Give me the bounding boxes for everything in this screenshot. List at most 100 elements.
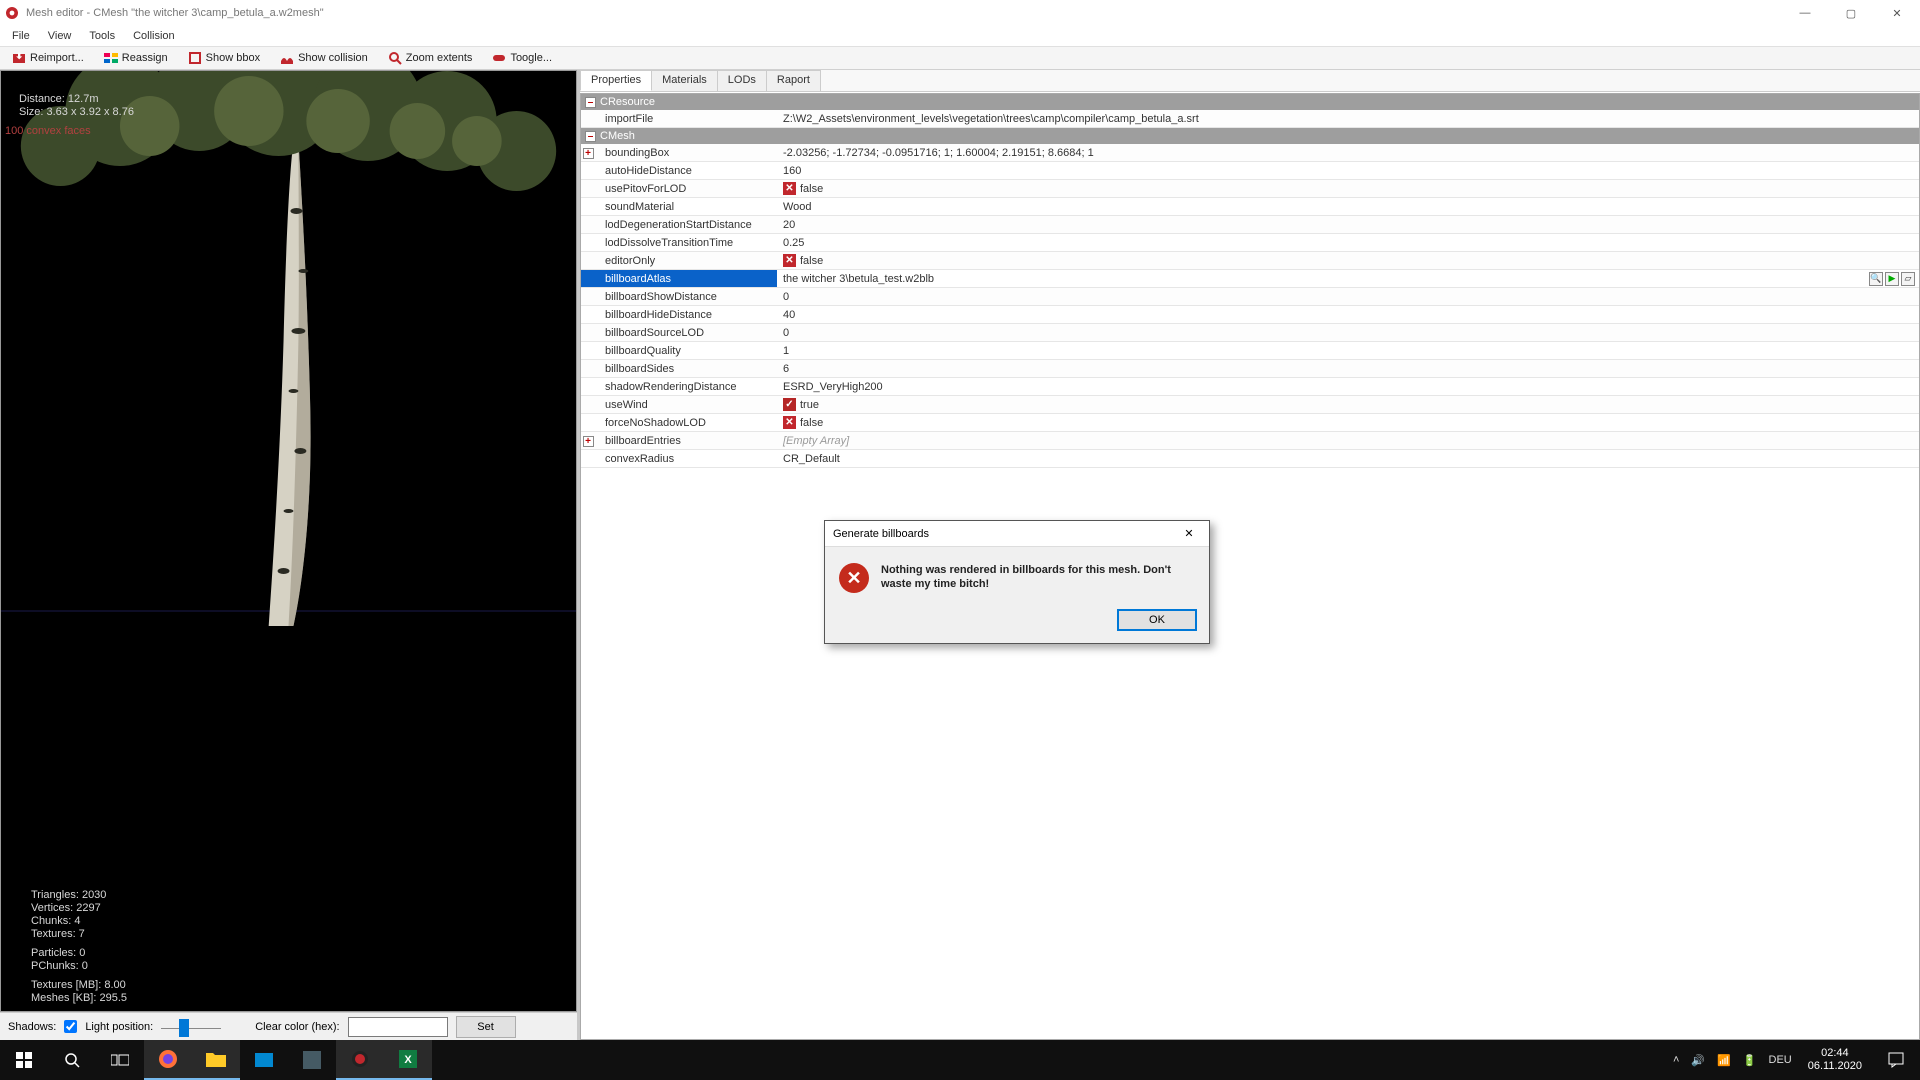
maximize-button[interactable]: ▢ (1828, 0, 1874, 26)
zoom-extents-button[interactable]: Zoom extents (378, 47, 483, 69)
prop-billboardatlas[interactable]: billboardAtlas the witcher 3\betula_test… (581, 270, 1919, 288)
titlebar: Mesh editor - CMesh "the witcher 3\camp_… (0, 0, 1920, 26)
tab-lods[interactable]: LODs (717, 70, 767, 91)
toggle-button[interactable]: Toogle... (482, 47, 562, 69)
prop-convexradius[interactable]: convexRadius CR_Default (581, 450, 1919, 468)
clearcolor-label: Clear color (hex): (255, 1021, 339, 1033)
zoom-icon (388, 51, 402, 65)
mesh-viewport[interactable]: Distance: 12.7m Size: 3.63 x 3.92 x 8.76… (0, 70, 577, 1012)
prop-billboardquality[interactable]: billboardQuality 1 (581, 342, 1919, 360)
prop-autohidedistance[interactable]: autoHideDistance 160 (581, 162, 1919, 180)
taskbar: X ˄ 🔊 📶 🔋 DEU 02:44 06.11.2020 (0, 1040, 1920, 1080)
tab-materials[interactable]: Materials (651, 70, 718, 91)
app-icon (4, 5, 20, 21)
taskbar-app1[interactable] (240, 1040, 288, 1080)
shadows-checkbox[interactable] (64, 1020, 77, 1033)
viewport-convex-faces: 100 convex faces (5, 125, 91, 137)
tray-chevron-icon[interactable]: ˄ (1673, 1054, 1679, 1066)
firefox-icon (158, 1049, 178, 1069)
start-button[interactable] (0, 1040, 48, 1080)
system-tray[interactable]: ˄ 🔊 📶 🔋 DEU (1673, 1054, 1798, 1067)
reassign-button[interactable]: Reassign (94, 47, 178, 69)
viewport-stats: Triangles: 2030 Vertices: 2297 Chunks: 4… (31, 889, 127, 1005)
goto-icon[interactable]: ▶ (1885, 272, 1899, 286)
clear-icon[interactable]: ▱ (1901, 272, 1915, 286)
prop-boundingbox[interactable]: +boundingBox -2.03256; -1.72734; -0.0951… (581, 144, 1919, 162)
check-icon: ✓ (783, 398, 796, 411)
folder-icon (206, 1051, 226, 1067)
taskbar-explorer[interactable] (192, 1040, 240, 1080)
prop-loddissolvetransitiontime[interactable]: lodDissolveTransitionTime 0.25 (581, 234, 1919, 252)
prop-forcenoshadowlod[interactable]: forceNoShadowLOD ✕false (581, 414, 1919, 432)
group-cmesh[interactable]: –CMesh (581, 128, 1919, 144)
x-icon: ✕ (783, 182, 796, 195)
taskbar-meshapp[interactable] (336, 1040, 384, 1080)
taskview-icon (111, 1053, 129, 1067)
search-button[interactable] (48, 1040, 96, 1080)
tree-render (1, 71, 576, 1011)
collision-icon (280, 51, 294, 65)
tab-properties[interactable]: Properties (580, 70, 652, 91)
windows-icon (16, 1052, 32, 1068)
lightpos-label: Light position: (85, 1021, 153, 1033)
search-icon (64, 1052, 80, 1068)
reassign-icon (104, 51, 118, 65)
taskbar-excel[interactable]: X (384, 1040, 432, 1080)
clearcolor-input[interactable] (348, 1017, 448, 1037)
prop-importfile[interactable]: importFile Z:\W2_Assets\environment_leve… (581, 110, 1919, 128)
taskbar-firefox[interactable] (144, 1040, 192, 1080)
show-collision-button[interactable]: Show collision (270, 47, 378, 69)
toolbar: Reimport... Reassign Show bbox Show coll… (0, 46, 1920, 70)
prop-billboardhidedistance[interactable]: billboardHideDistance 40 (581, 306, 1919, 324)
set-button[interactable]: Set (456, 1016, 516, 1038)
prop-loddegenerationstartdistance[interactable]: lodDegenerationStartDistance 20 (581, 216, 1919, 234)
x-icon: ✕ (783, 254, 796, 267)
viewport-bottom-controls: Shadows: Light position: Clear color (he… (0, 1012, 577, 1040)
prop-usepitovforlod[interactable]: usePitovForLOD ✕false (581, 180, 1919, 198)
wifi-icon[interactable]: 📶 (1717, 1054, 1731, 1067)
prop-editoronly[interactable]: editorOnly ✕false (581, 252, 1919, 270)
minimize-button[interactable]: — (1782, 0, 1828, 26)
lang-indicator[interactable]: DEU (1769, 1054, 1792, 1066)
toggle-icon (492, 51, 506, 65)
taskbar-clock[interactable]: 02:44 06.11.2020 (1798, 1047, 1872, 1073)
sound-icon[interactable]: 🔊 (1691, 1054, 1705, 1067)
svg-text:X: X (404, 1054, 412, 1066)
property-tabs: Properties Materials LODs Raport (580, 70, 1920, 92)
battery-icon[interactable]: 🔋 (1743, 1054, 1757, 1067)
group-cresource[interactable]: –CResource (581, 94, 1919, 110)
browse-icon[interactable]: 🔍 (1869, 272, 1883, 286)
shadows-label: Shadows: (8, 1021, 56, 1033)
viewport-info-tl: Distance: 12.7m Size: 3.63 x 3.92 x 8.76 (19, 93, 134, 119)
prop-usewind[interactable]: useWind ✓true (581, 396, 1919, 414)
window-title: Mesh editor - CMesh "the witcher 3\camp_… (26, 7, 1782, 19)
notification-icon (1888, 1052, 1904, 1068)
prop-shadowrenderingdistance[interactable]: shadowRenderingDistance ESRD_VeryHigh200 (581, 378, 1919, 396)
menu-collision[interactable]: Collision (125, 28, 183, 44)
menu-view[interactable]: View (40, 28, 80, 44)
close-button[interactable]: ✕ (1874, 0, 1920, 26)
prop-billboardsourcelod[interactable]: billboardSourceLOD 0 (581, 324, 1919, 342)
app-icon (255, 1053, 273, 1067)
property-grid[interactable]: –CResource importFile Z:\W2_Assets\envir… (580, 93, 1920, 1040)
menu-tools[interactable]: Tools (81, 28, 123, 44)
app-icon (303, 1051, 321, 1069)
bbox-icon (188, 51, 202, 65)
reimport-icon (12, 51, 26, 65)
menu-file[interactable]: File (4, 28, 38, 44)
prop-billboardsides[interactable]: billboardSides 6 (581, 360, 1919, 378)
notifications-button[interactable] (1872, 1040, 1920, 1080)
taskview-button[interactable] (96, 1040, 144, 1080)
lightpos-slider[interactable] (161, 1018, 221, 1036)
x-icon: ✕ (783, 416, 796, 429)
reimport-button[interactable]: Reimport... (2, 47, 94, 69)
mesh-icon (351, 1050, 369, 1068)
tab-raport[interactable]: Raport (766, 70, 821, 91)
prop-billboardshowdistance[interactable]: billboardShowDistance 0 (581, 288, 1919, 306)
menubar: File View Tools Collision (0, 26, 1920, 46)
show-bbox-button[interactable]: Show bbox (178, 47, 270, 69)
excel-icon: X (399, 1050, 417, 1068)
prop-soundmaterial[interactable]: soundMaterial Wood (581, 198, 1919, 216)
prop-billboardentries[interactable]: +billboardEntries [Empty Array] (581, 432, 1919, 450)
taskbar-app2[interactable] (288, 1040, 336, 1080)
